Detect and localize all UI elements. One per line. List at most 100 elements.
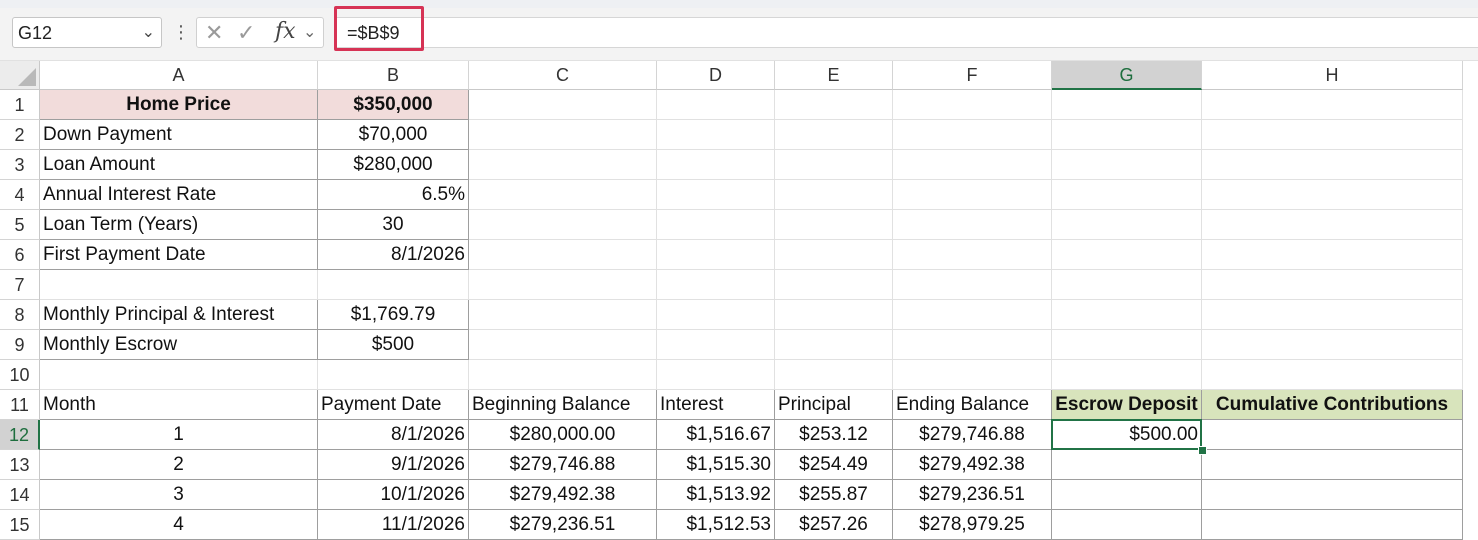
- cell-g9[interactable]: [1052, 330, 1202, 360]
- cell-e11[interactable]: Principal: [775, 390, 893, 420]
- row-header-11[interactable]: 11: [0, 390, 40, 420]
- cell-d15[interactable]: $1,512.53: [657, 510, 775, 540]
- cell-a2[interactable]: Down Payment: [40, 120, 318, 150]
- cell-d6[interactable]: [657, 240, 775, 270]
- cell-e14[interactable]: $255.87: [775, 480, 893, 510]
- cell-e1[interactable]: [775, 90, 893, 120]
- cell-h15[interactable]: [1202, 510, 1463, 540]
- cell-a5[interactable]: Loan Term (Years): [40, 210, 318, 240]
- cell-g15[interactable]: [1052, 510, 1202, 540]
- cell-f9[interactable]: [893, 330, 1052, 360]
- cell-e9[interactable]: [775, 330, 893, 360]
- cell-a7[interactable]: [40, 270, 318, 300]
- cell-e13[interactable]: $254.49: [775, 450, 893, 480]
- cell-c6[interactable]: [469, 240, 657, 270]
- row-header-2[interactable]: 2: [0, 120, 40, 150]
- cell-f5[interactable]: [893, 210, 1052, 240]
- cell-b11[interactable]: Payment Date: [318, 390, 469, 420]
- cell-b13[interactable]: 9/1/2026: [318, 450, 469, 480]
- row-header-5[interactable]: 5: [0, 210, 40, 240]
- cell-c13[interactable]: $279,746.88: [469, 450, 657, 480]
- cell-d4[interactable]: [657, 180, 775, 210]
- cell-f8[interactable]: [893, 300, 1052, 330]
- cell-b2[interactable]: $70,000: [318, 120, 469, 150]
- cell-b6[interactable]: 8/1/2026: [318, 240, 469, 270]
- cell-a4[interactable]: Annual Interest Rate: [40, 180, 318, 210]
- fill-handle[interactable]: [1198, 446, 1207, 455]
- cell-h10[interactable]: [1202, 360, 1463, 390]
- cell-h11[interactable]: Cumulative Contributions: [1202, 390, 1463, 420]
- cell-g8[interactable]: [1052, 300, 1202, 330]
- name-box[interactable]: G12 ⌄: [12, 17, 162, 48]
- cell-f12[interactable]: $279,746.88: [893, 420, 1052, 450]
- row-header-8[interactable]: 8: [0, 300, 40, 330]
- formula-input[interactable]: =$B$9: [334, 17, 1478, 48]
- cell-e5[interactable]: [775, 210, 893, 240]
- cell-h5[interactable]: [1202, 210, 1463, 240]
- cell-h1[interactable]: [1202, 90, 1463, 120]
- row-header-12[interactable]: 12: [0, 420, 40, 450]
- chevron-down-icon[interactable]: ⌄: [303, 22, 316, 42]
- cell-f6[interactable]: [893, 240, 1052, 270]
- cell-g11[interactable]: Escrow Deposit: [1052, 390, 1202, 420]
- cell-f15[interactable]: $278,979.25: [893, 510, 1052, 540]
- cell-d8[interactable]: [657, 300, 775, 330]
- column-header-f[interactable]: F: [893, 61, 1052, 90]
- column-header-a[interactable]: A: [40, 61, 318, 90]
- cell-h4[interactable]: [1202, 180, 1463, 210]
- cell-a8[interactable]: Monthly Principal & Interest: [40, 300, 318, 330]
- cell-a9[interactable]: Monthly Escrow: [40, 330, 318, 360]
- cell-c15[interactable]: $279,236.51: [469, 510, 657, 540]
- cell-f7[interactable]: [893, 270, 1052, 300]
- cell-a12[interactable]: 1: [40, 420, 318, 450]
- cell-e4[interactable]: [775, 180, 893, 210]
- insert-function-icon[interactable]: fx: [275, 19, 296, 44]
- cell-e10[interactable]: [775, 360, 893, 390]
- row-header-6[interactable]: 6: [0, 240, 40, 270]
- cell-c12[interactable]: $280,000.00: [469, 420, 657, 450]
- cell-c10[interactable]: [469, 360, 657, 390]
- cell-e7[interactable]: [775, 270, 893, 300]
- cell-d5[interactable]: [657, 210, 775, 240]
- cell-a11[interactable]: Month: [40, 390, 318, 420]
- cell-d2[interactable]: [657, 120, 775, 150]
- cell-g3[interactable]: [1052, 150, 1202, 180]
- cell-b7[interactable]: [318, 270, 469, 300]
- chevron-down-icon[interactable]: ⌄: [142, 22, 155, 42]
- cell-a13[interactable]: 2: [40, 450, 318, 480]
- cell-g10[interactable]: [1052, 360, 1202, 390]
- cell-f2[interactable]: [893, 120, 1052, 150]
- cell-e2[interactable]: [775, 120, 893, 150]
- cell-g7[interactable]: [1052, 270, 1202, 300]
- cell-e3[interactable]: [775, 150, 893, 180]
- cell-e6[interactable]: [775, 240, 893, 270]
- cell-c14[interactable]: $279,492.38: [469, 480, 657, 510]
- row-header-7[interactable]: 7: [0, 270, 40, 300]
- column-header-e[interactable]: E: [775, 61, 893, 90]
- cell-g1[interactable]: [1052, 90, 1202, 120]
- cell-a6[interactable]: First Payment Date: [40, 240, 318, 270]
- cell-f11[interactable]: Ending Balance: [893, 390, 1052, 420]
- cell-g6[interactable]: [1052, 240, 1202, 270]
- row-header-13[interactable]: 13: [0, 450, 40, 480]
- cell-c3[interactable]: [469, 150, 657, 180]
- cell-h2[interactable]: [1202, 120, 1463, 150]
- select-all-button[interactable]: [0, 61, 40, 90]
- cell-c8[interactable]: [469, 300, 657, 330]
- cell-b4[interactable]: 6.5%: [318, 180, 469, 210]
- row-header-9[interactable]: 9: [0, 330, 40, 360]
- cell-e12[interactable]: $253.12: [775, 420, 893, 450]
- cell-h9[interactable]: [1202, 330, 1463, 360]
- cell-f1[interactable]: [893, 90, 1052, 120]
- cell-d13[interactable]: $1,515.30: [657, 450, 775, 480]
- row-header-15[interactable]: 15: [0, 510, 40, 540]
- cell-h3[interactable]: [1202, 150, 1463, 180]
- cell-a1[interactable]: Home Price: [40, 90, 318, 120]
- cell-d10[interactable]: [657, 360, 775, 390]
- row-header-3[interactable]: 3: [0, 150, 40, 180]
- cell-a3[interactable]: Loan Amount: [40, 150, 318, 180]
- cell-a14[interactable]: 3: [40, 480, 318, 510]
- cell-b8[interactable]: $1,769.79: [318, 300, 469, 330]
- cell-b14[interactable]: 10/1/2026: [318, 480, 469, 510]
- row-header-10[interactable]: 10: [0, 360, 40, 390]
